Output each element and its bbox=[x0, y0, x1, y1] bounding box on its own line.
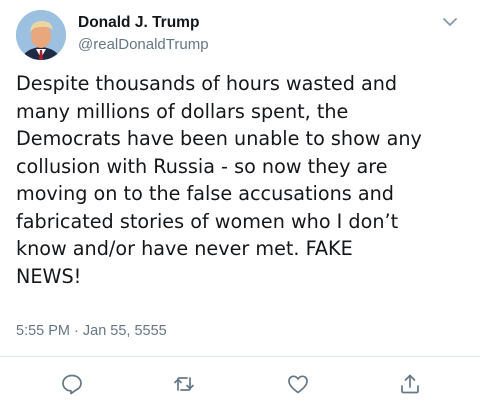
username[interactable]: @realDonaldTrump bbox=[78, 36, 209, 53]
divider bbox=[0, 356, 480, 357]
reply-icon[interactable] bbox=[60, 372, 84, 396]
avatar[interactable] bbox=[16, 10, 66, 60]
share-icon[interactable] bbox=[398, 372, 422, 396]
tweet-timestamp[interactable]: 5:55 PM · Jan 55, 5555 bbox=[16, 323, 167, 339]
retweet-icon[interactable] bbox=[172, 372, 196, 396]
heart-icon[interactable] bbox=[286, 372, 310, 396]
tweet-card: Donald J. Trump @realDonaldTrump Despite… bbox=[0, 0, 480, 410]
display-name[interactable]: Donald J. Trump bbox=[78, 14, 199, 32]
chevron-down-icon[interactable] bbox=[440, 14, 460, 30]
tweet-text: Despite thousands of hours wasted and ma… bbox=[16, 72, 422, 288]
